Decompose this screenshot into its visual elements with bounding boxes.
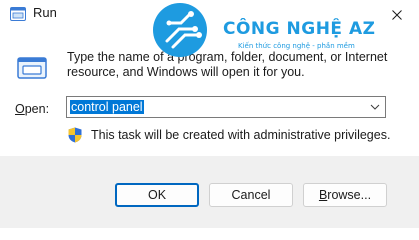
close-button[interactable] bbox=[375, 0, 419, 30]
uac-shield-icon bbox=[68, 127, 82, 143]
open-input-selected-text[interactable]: control panel bbox=[70, 100, 144, 114]
window-title: Run bbox=[33, 5, 57, 20]
open-label: Open: bbox=[15, 102, 49, 117]
cancel-button[interactable]: Cancel bbox=[209, 183, 293, 207]
open-label-accel: O bbox=[15, 102, 25, 116]
chevron-down-icon[interactable] bbox=[369, 101, 381, 113]
run-icon bbox=[17, 57, 47, 79]
button-bar: OK Cancel Browse... bbox=[0, 156, 419, 228]
browse-label-rest: rowse... bbox=[327, 188, 372, 202]
browse-button[interactable]: Browse... bbox=[303, 183, 387, 207]
description-text: Type the name of a program, folder, docu… bbox=[67, 50, 388, 79]
open-combobox[interactable]: control panel bbox=[66, 96, 386, 118]
run-app-icon bbox=[10, 7, 26, 21]
close-icon bbox=[392, 10, 402, 20]
title-bar: Run bbox=[0, 0, 419, 30]
ok-button[interactable]: OK bbox=[115, 183, 199, 207]
open-label-rest: pen: bbox=[24, 102, 50, 116]
admin-note: This task will be created with administr… bbox=[91, 128, 391, 142]
dialog-body: Type the name of a program, folder, docu… bbox=[0, 30, 419, 156]
